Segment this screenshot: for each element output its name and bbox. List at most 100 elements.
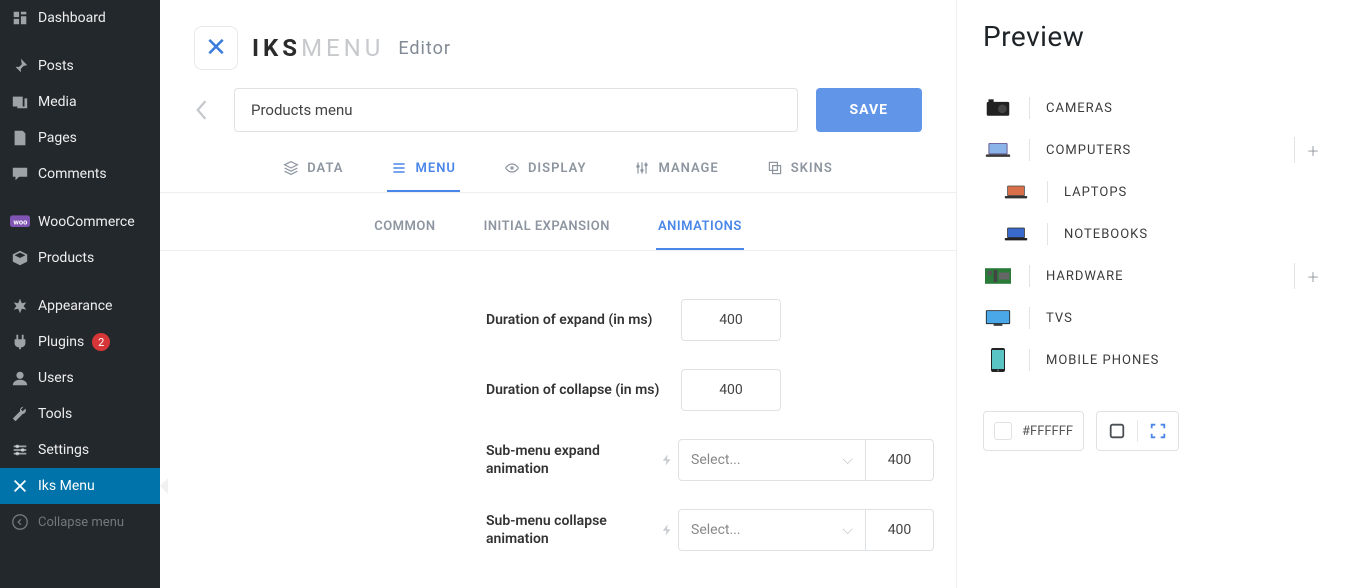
collapse-duration-input[interactable]: [681, 369, 781, 411]
field-expand-duration: Duration of expand (in ms): [160, 285, 956, 355]
back-button[interactable]: [186, 95, 216, 125]
preview-item-notebooks[interactable]: NOTEBOOKS: [983, 213, 1320, 255]
sidebar-label: Media: [38, 94, 77, 110]
board-icon: [983, 261, 1013, 291]
phone-icon: [983, 345, 1013, 375]
tab-skins[interactable]: SKINS: [763, 152, 837, 192]
field-submenu-expand: Sub-menu expand animation Select... ⌵: [160, 425, 956, 495]
preview-item-computers[interactable]: COMPUTERS ＋: [983, 129, 1320, 171]
brand-name: IKSMENU: [252, 34, 384, 62]
chevron-left-icon: [194, 99, 208, 121]
tab-animations[interactable]: ANIMATIONS: [656, 213, 744, 250]
preview-label: CAMERAS: [1046, 101, 1113, 116]
sidebar-item-posts[interactable]: Posts: [0, 48, 160, 84]
sidebar-item-users[interactable]: Users: [0, 360, 160, 396]
laptop-icon: [983, 135, 1013, 165]
sidebar-label: Iks Menu: [38, 478, 95, 494]
users-icon: [10, 368, 30, 388]
preview-item-laptops[interactable]: LAPTOPS: [983, 171, 1320, 213]
sidebar-label: Appearance: [38, 298, 112, 314]
color-value: #FFFFFF: [1022, 424, 1073, 439]
bolt-icon: [660, 523, 674, 537]
sidebar-item-comments[interactable]: Comments: [0, 156, 160, 192]
sidebar-item-pages[interactable]: Pages: [0, 120, 160, 156]
products-icon: [10, 248, 30, 268]
sidebar-label: Products: [38, 250, 94, 266]
preview-item-cameras[interactable]: CAMERAS: [983, 87, 1320, 129]
preview-label: TVS: [1046, 311, 1073, 326]
preview-item-tvs[interactable]: TVS: [983, 297, 1320, 339]
submenu-expand-num[interactable]: [866, 439, 934, 481]
sidebar-label: Users: [38, 370, 74, 386]
color-swatch: [994, 422, 1012, 440]
reset-button[interactable]: [656, 523, 678, 537]
sidebar-item-plugins[interactable]: Plugins 2: [0, 324, 160, 360]
square-icon: [1108, 422, 1126, 440]
iks-icon: [10, 476, 30, 496]
appearance-icon: [10, 296, 30, 316]
fullscreen-button[interactable]: [1138, 422, 1178, 440]
field-label: Sub-menu collapse animation: [486, 512, 656, 548]
laptop-icon: [1001, 177, 1031, 207]
preview-label: COMPUTERS: [1046, 143, 1131, 158]
form-area: Duration of expand (in ms) Duration of c…: [160, 251, 956, 565]
sidebar-label: Dashboard: [38, 10, 106, 26]
viewport-button[interactable]: [1097, 422, 1137, 440]
plugins-icon: [10, 332, 30, 352]
expand-icon[interactable]: ＋: [1294, 137, 1320, 163]
menu-name-input[interactable]: [234, 88, 798, 132]
editor-subtitle: Editor: [398, 38, 451, 59]
field-label: Duration of collapse (in ms): [486, 381, 681, 399]
woo-icon: woo: [10, 212, 30, 232]
pin-icon: [10, 56, 30, 76]
sidebar-item-tools[interactable]: Tools: [0, 396, 160, 432]
preview-panel: Preview CAMERAS COMPUTERS ＋ LAPTOPS NOTE…: [956, 0, 1346, 588]
sidebar-label: Comments: [38, 166, 107, 182]
settings-icon: [10, 440, 30, 460]
editor-panel: ✕ IKSMENU Editor SAVE DATA MENU: [160, 0, 956, 588]
submenu-expand-select[interactable]: Select... ⌵: [678, 439, 866, 481]
svg-text:woo: woo: [13, 218, 27, 227]
background-color-picker[interactable]: #FFFFFF: [983, 411, 1084, 451]
submenu-collapse-num[interactable]: [866, 509, 934, 551]
sidebar-collapse[interactable]: Collapse menu: [0, 504, 160, 540]
preview-title: Preview: [983, 20, 1320, 53]
eye-icon: [504, 160, 520, 176]
tab-common[interactable]: COMMON: [372, 213, 437, 250]
sidebar-label: Pages: [38, 130, 77, 146]
dashboard-icon: [10, 8, 30, 28]
sliders-icon: [634, 160, 650, 176]
tab-data[interactable]: DATA: [279, 152, 347, 192]
sidebar-item-iks-menu[interactable]: Iks Menu: [0, 468, 160, 504]
sidebar-label: Plugins: [38, 334, 84, 350]
reset-button[interactable]: [656, 453, 678, 467]
tab-manage[interactable]: MANAGE: [630, 152, 722, 192]
submenu-collapse-select[interactable]: Select... ⌵: [678, 509, 866, 551]
plugins-badge: 2: [92, 333, 110, 351]
chevron-down-icon: ⌵: [842, 452, 853, 468]
preview-item-hardware[interactable]: HARDWARE ＋: [983, 255, 1320, 297]
tab-menu[interactable]: MENU: [387, 152, 459, 192]
wp-admin-sidebar: Dashboard Posts Media Pages Comments woo…: [0, 0, 160, 588]
list-icon: [391, 160, 407, 176]
sidebar-label: WooCommerce: [38, 214, 135, 230]
layers-icon: [283, 160, 299, 176]
field-collapse-duration: Duration of collapse (in ms): [160, 355, 956, 425]
media-icon: [10, 92, 30, 112]
tab-initial-expansion[interactable]: INITIAL EXPANSION: [482, 213, 612, 250]
editor-toolbar: SAVE: [160, 88, 956, 132]
expand-icon[interactable]: ＋: [1294, 263, 1320, 289]
sidebar-item-appearance[interactable]: Appearance: [0, 288, 160, 324]
sidebar-item-settings[interactable]: Settings: [0, 432, 160, 468]
sidebar-item-dashboard[interactable]: Dashboard: [0, 0, 160, 36]
sidebar-item-media[interactable]: Media: [0, 84, 160, 120]
copy-icon: [767, 160, 783, 176]
preview-item-mobile[interactable]: MOBILE PHONES: [983, 339, 1320, 381]
sidebar-item-woocommerce[interactable]: woo WooCommerce: [0, 204, 160, 240]
preview-label: LAPTOPS: [1064, 185, 1127, 200]
save-button[interactable]: SAVE: [816, 88, 923, 132]
expand-duration-input[interactable]: [681, 299, 781, 341]
tab-display[interactable]: DISPLAY: [500, 152, 591, 192]
sidebar-item-products[interactable]: Products: [0, 240, 160, 276]
secondary-tabs: COMMON INITIAL EXPANSION ANIMATIONS: [160, 193, 956, 251]
